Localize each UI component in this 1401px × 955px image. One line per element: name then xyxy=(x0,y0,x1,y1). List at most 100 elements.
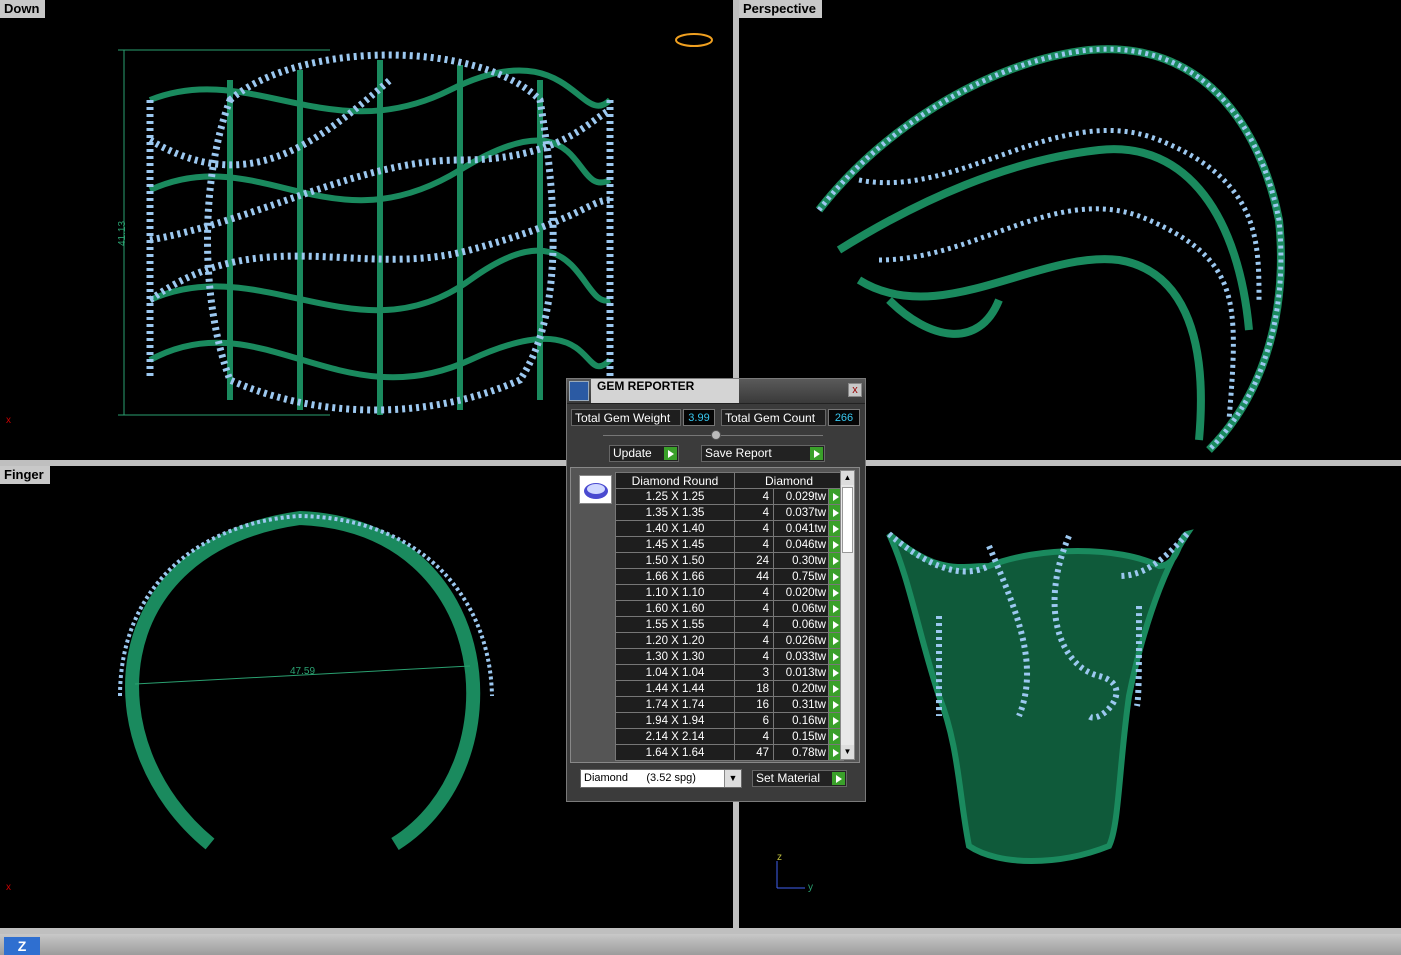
update-button[interactable]: Update xyxy=(609,445,679,462)
gem-weight: 0.06tw xyxy=(773,616,829,633)
play-icon xyxy=(664,447,677,460)
table-row: 1.44 X 1.44 18 0.20tw xyxy=(615,680,844,697)
gem-count: 3 xyxy=(734,664,774,681)
gem-weight: 0.026tw xyxy=(773,632,829,649)
update-label: Update xyxy=(613,446,652,460)
total-gem-weight-value: 3.99 xyxy=(683,409,715,426)
play-icon xyxy=(810,447,823,460)
table-row: 1.40 X 1.40 4 0.041tw xyxy=(615,520,844,537)
scroll-thumb[interactable] xyxy=(842,487,853,553)
gem-size: 1.44 X 1.44 xyxy=(615,680,735,697)
total-gem-weight-label: Total Gem Weight xyxy=(571,409,681,426)
gem-count: 24 xyxy=(734,552,774,569)
gem-size: 1.55 X 1.55 xyxy=(615,616,735,633)
taskbar: Z xyxy=(0,934,1401,955)
axis-indicator: x xyxy=(6,882,11,893)
table-row: 2.14 X 2.14 4 0.15tw xyxy=(615,728,844,745)
set-material-label: Set Material xyxy=(756,771,821,785)
gem-size: 1.35 X 1.35 xyxy=(615,504,735,521)
height-dimension: 41.13 xyxy=(117,220,129,247)
gem-size: 1.50 X 1.50 xyxy=(615,552,735,569)
gem-size: 1.25 X 1.25 xyxy=(615,488,735,505)
axis-z-label: z xyxy=(777,852,782,863)
gem-count: 44 xyxy=(734,568,774,585)
save-report-button[interactable]: Save Report xyxy=(701,445,825,462)
chevron-down-icon[interactable]: ▼ xyxy=(724,770,741,787)
gem-weight: 0.041tw xyxy=(773,520,829,537)
scroll-up-icon[interactable]: ▲ xyxy=(841,471,854,485)
column-header-shape: Diamond Round xyxy=(615,472,735,489)
close-icon[interactable]: x xyxy=(848,383,862,397)
set-material-button[interactable]: Set Material xyxy=(752,770,847,787)
gem-size: 2.14 X 2.14 xyxy=(615,728,735,745)
gem-count: 4 xyxy=(734,600,774,617)
gem-weight: 0.78tw xyxy=(773,744,829,761)
table-row: 1.30 X 1.30 4 0.033tw xyxy=(615,648,844,665)
gem-count: 4 xyxy=(734,584,774,601)
gem-weight: 0.31tw xyxy=(773,696,829,713)
table-row: 1.66 X 1.66 44 0.75tw xyxy=(615,568,844,585)
gem-weight: 0.75tw xyxy=(773,568,829,585)
table-row: 1.50 X 1.50 24 0.30tw xyxy=(615,552,844,569)
gem-weight: 0.020tw xyxy=(773,584,829,601)
table-row: 1.55 X 1.55 4 0.06tw xyxy=(615,616,844,633)
total-gem-count-value: 266 xyxy=(828,409,860,426)
table-row: 1.74 X 1.74 16 0.31tw xyxy=(615,696,844,713)
table-row: 1.10 X 1.10 4 0.020tw xyxy=(615,584,844,601)
material-select[interactable]: Diamond (3.52 spg) ▼ xyxy=(580,769,742,788)
gem-count: 4 xyxy=(734,616,774,633)
gem-weight: 0.046tw xyxy=(773,536,829,553)
table-row: 1.45 X 1.45 4 0.046tw xyxy=(615,536,844,553)
gem-size: 1.40 X 1.40 xyxy=(615,520,735,537)
save-report-label: Save Report xyxy=(705,446,772,460)
gem-count: 4 xyxy=(734,504,774,521)
table-scrollbar[interactable]: ▲ ▼ xyxy=(840,470,855,760)
total-gem-count-label: Total Gem Count xyxy=(721,409,826,426)
gem-count: 4 xyxy=(734,536,774,553)
table-row: 1.64 X 1.64 47 0.78tw xyxy=(615,744,844,761)
column-header-material: Diamond xyxy=(734,472,844,489)
gem-weight: 0.029tw xyxy=(773,488,829,505)
table-row: 1.94 X 1.94 6 0.16tw xyxy=(615,712,844,729)
gem-count: 4 xyxy=(734,728,774,745)
gem-reporter-titlebar[interactable]: GEM REPORTER x xyxy=(567,379,865,404)
gem-size: 1.60 X 1.60 xyxy=(615,600,735,617)
diameter-dimension: 47.59 xyxy=(290,666,316,677)
table-row: 1.60 X 1.60 4 0.06tw xyxy=(615,600,844,617)
table-row: 1.35 X 1.35 4 0.037tw xyxy=(615,504,844,521)
gem-weight: 0.16tw xyxy=(773,712,829,729)
gem-size: 1.20 X 1.20 xyxy=(615,632,735,649)
gem-reporter-panel: GEM REPORTER x Total Gem Weight 3.99 Tot… xyxy=(566,378,866,802)
gem-size: 1.64 X 1.64 xyxy=(615,744,735,761)
gem-count: 4 xyxy=(734,648,774,665)
diamond-round-icon xyxy=(579,475,612,504)
gem-table: Diamond Round Diamond 1.25 X 1.25 4 0.029t… xyxy=(615,472,844,761)
gem-size: 1.66 X 1.66 xyxy=(615,568,735,585)
gem-reporter-title: GEM REPORTER xyxy=(591,379,739,403)
gem-count: 16 xyxy=(734,696,774,713)
gem-size: 1.45 X 1.45 xyxy=(615,536,735,553)
table-row: 1.04 X 1.04 3 0.013tw xyxy=(615,664,844,681)
gem-count: 6 xyxy=(734,712,774,729)
gem-count: 4 xyxy=(734,520,774,537)
gem-count: 47 xyxy=(734,744,774,761)
gem-weight: 0.06tw xyxy=(773,600,829,617)
gem-reporter-icon xyxy=(569,381,589,401)
material-select-value: Diamond (3.52 spg) xyxy=(584,772,696,784)
start-button[interactable]: Z xyxy=(4,937,40,955)
scroll-down-icon[interactable]: ▼ xyxy=(841,745,854,759)
gem-weight: 0.15tw xyxy=(773,728,829,745)
gem-size: 1.10 X 1.10 xyxy=(615,584,735,601)
collapse-toggle-icon[interactable] xyxy=(711,430,721,440)
gem-size: 1.04 X 1.04 xyxy=(615,664,735,681)
gem-weight: 0.037tw xyxy=(773,504,829,521)
gem-count: 18 xyxy=(734,680,774,697)
axis-y-label: y xyxy=(808,882,813,893)
table-row: 1.20 X 1.20 4 0.026tw xyxy=(615,632,844,649)
gem-size: 1.30 X 1.30 xyxy=(615,648,735,665)
gem-count: 4 xyxy=(734,632,774,649)
play-icon xyxy=(832,772,845,785)
gem-size: 1.94 X 1.94 xyxy=(615,712,735,729)
gem-count: 4 xyxy=(734,488,774,505)
gem-table-area: Diamond Round Diamond 1.25 X 1.25 4 0.029t… xyxy=(570,467,860,763)
